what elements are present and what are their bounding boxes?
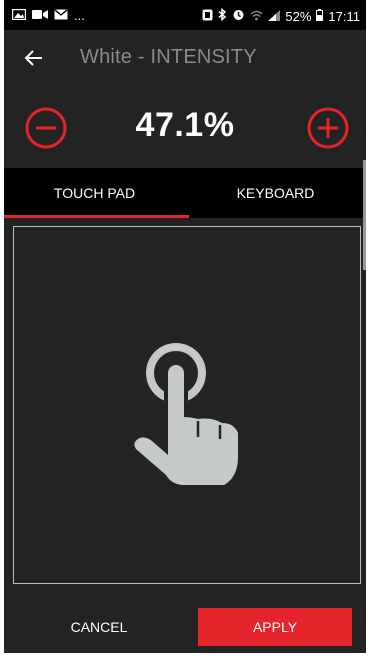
signal-icon — [268, 9, 281, 24]
page-title: White - INTENSITY — [80, 46, 257, 68]
plus-circle-icon — [307, 107, 349, 149]
touch-hand-icon — [126, 337, 256, 502]
app-screen: ... 52% 17:11 White - INTENSITY 47.1% TO… — [0, 0, 370, 656]
cancel-button[interactable]: CANCEL — [4, 608, 194, 646]
status-overflow-text: ... — [74, 8, 85, 23]
action-footer: CANCEL APPLY — [4, 598, 366, 653]
mail-notification-icon — [54, 8, 68, 23]
alarm-icon — [232, 8, 245, 24]
touch-pad[interactable] — [13, 226, 361, 584]
bluetooth-icon — [218, 7, 227, 24]
video-call-notification-icon — [32, 8, 48, 23]
status-left: ... — [11, 8, 85, 23]
intensity-control: 47.1% — [4, 88, 366, 168]
nfc-icon — [202, 9, 213, 24]
arrow-left-icon — [24, 50, 42, 66]
tab-keyboard[interactable]: KEYBOARD — [185, 168, 366, 218]
apply-button[interactable]: APPLY — [198, 608, 352, 646]
increase-button[interactable] — [306, 106, 350, 150]
app-header: White - INTENSITY — [4, 30, 366, 86]
input-mode-tabs: TOUCH PAD KEYBOARD — [4, 168, 366, 218]
back-button[interactable] — [18, 42, 50, 74]
frame-edge-left — [0, 0, 4, 656]
touch-pad-panel — [4, 218, 366, 598]
frame-edge-right — [366, 0, 370, 656]
status-bar: ... 52% 17:11 — [4, 0, 366, 30]
status-time: 17:11 — [328, 8, 360, 24]
tab-touch-pad[interactable]: TOUCH PAD — [4, 168, 185, 218]
wifi-icon — [250, 9, 263, 24]
battery-icon — [316, 8, 324, 24]
status-right: 52% 17:11 — [202, 7, 360, 24]
battery-percent: 52% — [285, 8, 312, 24]
gallery-notification-icon — [11, 8, 27, 23]
